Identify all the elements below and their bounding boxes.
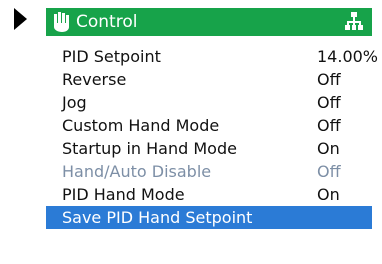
menu-item-hand-auto-disable: Hand/Auto Disable Off [46,160,382,183]
pointer-arrow-icon [14,8,27,30]
network-icon [345,12,363,30]
menu-item-value: Off [317,162,341,181]
menu-item-label: PID Setpoint [62,47,161,66]
menu-item-value: Off [317,70,341,89]
menu-item-label: Hand/Auto Disable [62,162,212,181]
menu-item-label: Custom Hand Mode [62,116,220,135]
menu-item-custom-hand-mode[interactable]: Custom Hand Mode Off [46,114,382,137]
settings-list: PID Setpoint 14.00% Reverse Off Jog Off … [46,45,382,229]
menu-item-value: On [317,139,340,158]
menu-item-value: Off [317,93,341,112]
menu-item-reverse[interactable]: Reverse Off [46,68,382,91]
menu-item-label: Save PID Hand Setpoint [62,208,253,227]
menu-item-value: Off [317,116,341,135]
menu-item-label: Jog [62,93,87,112]
menu-item-label: Startup in Hand Mode [62,139,237,158]
menu-item-value: 14.00% [317,47,379,66]
menu-item-pid-hand-mode[interactable]: PID Hand Mode On [46,183,382,206]
device-screen: Control PID Setpoint 14.00% Reverse Off [46,0,382,264]
page-title: Control [76,12,138,32]
menu-item-label: PID Hand Mode [62,185,185,204]
screen-header: Control [46,8,372,36]
menu-item-label: Reverse [62,70,127,89]
menu-item-pid-setpoint[interactable]: PID Setpoint 14.00% [46,45,382,68]
hand-icon [54,12,69,32]
menu-item-jog[interactable]: Jog Off [46,91,382,114]
menu-item-value: On [317,185,340,204]
menu-item-save-pid-hand-setpoint[interactable]: Save PID Hand Setpoint [46,206,372,229]
control-screen-page: Control PID Setpoint 14.00% Reverse Off [0,0,382,264]
menu-item-startup-in-hand-mode[interactable]: Startup in Hand Mode On [46,137,382,160]
